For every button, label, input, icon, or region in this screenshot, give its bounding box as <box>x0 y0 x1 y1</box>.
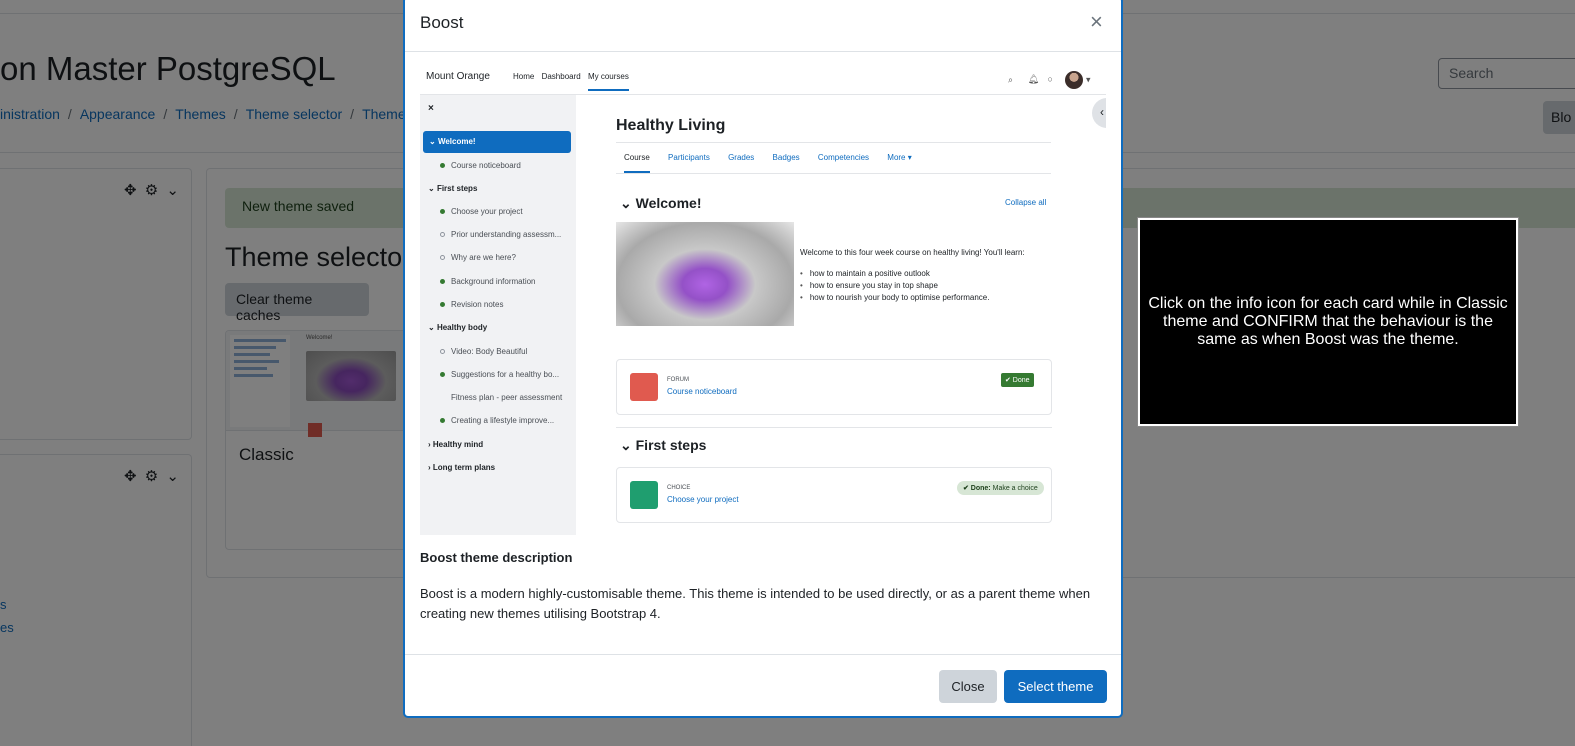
preview-index-item: Suggestions for a healthy bo... <box>440 370 559 379</box>
theme-preview-image: Mount Orange Home Dashboard My courses ⌕… <box>420 65 1106 535</box>
preview-flower-image <box>616 222 794 326</box>
preview-index-item: Course noticeboard <box>440 161 521 170</box>
preview-index-item: Creating a lifestyle improve... <box>440 416 554 425</box>
preview-welcome-text: Welcome to this four week course on heal… <box>800 248 1025 257</box>
preview-tab-participants: Participants <box>668 153 710 162</box>
preview-navbar: Mount Orange Home Dashboard My courses ⌕… <box>420 65 1106 95</box>
preview-nav-my-courses: My courses <box>587 72 629 91</box>
forum-icon <box>630 373 658 401</box>
preview-nav-dashboard: Dashboard <box>541 72 581 81</box>
preview-tab-course: Course <box>624 153 650 173</box>
modal-title: Boost <box>420 13 464 32</box>
modal-header: Boost × <box>405 0 1121 52</box>
preview-index-item: Choose your project <box>440 207 523 216</box>
preview-index-item: Why are we here? <box>440 253 516 262</box>
theme-info-modal: Boost × Mount Orange Home Dashboard My c… <box>403 0 1123 718</box>
preview-tab-badges: Badges <box>772 153 800 162</box>
preview-section-welcome: ⌄ Welcome! <box>620 195 702 211</box>
preview-index-item: Prior understanding assessm... <box>440 230 561 239</box>
instruction-overlay: Click on the info icon for each card whi… <box>1137 217 1519 427</box>
description-heading: Boost theme description <box>420 550 573 565</box>
preview-tab-more: More ▾ <box>887 153 912 162</box>
preview-index-item: Fitness plan - peer assessment <box>451 393 563 402</box>
drawer-toggle-icon: ‹ <box>1092 98 1106 128</box>
status-badge: ✔ Done <box>1001 373 1034 387</box>
activity-type: FORUM <box>667 377 689 383</box>
preview-course-index: × ⌄ Welcome! Course noticeboard ⌄ First … <box>420 95 576 535</box>
chevron-down-icon: ▾ <box>1085 74 1091 85</box>
preview-nav-icons: ⌕ 🔔︎ ○ ▾ <box>1008 71 1091 89</box>
preview-section-first-steps: ⌄ First steps <box>620 437 707 453</box>
list-item: how to nourish your body to optimise per… <box>800 293 990 302</box>
preview-divider <box>616 427 1052 428</box>
list-item: how to ensure you stay in top shape <box>800 281 989 290</box>
modal-footer: Close Select theme <box>405 654 1121 716</box>
preview-index-section: ⌄ Healthy body <box>428 323 488 332</box>
bell-icon: 🔔︎ <box>1027 74 1039 85</box>
list-item: how to maintain a positive outlook <box>800 269 989 278</box>
close-icon[interactable]: × <box>1090 11 1103 33</box>
search-icon: ⌕ <box>1008 74 1014 85</box>
preview-collapse-all: Collapse all <box>1005 198 1047 207</box>
preview-course-title: Healthy Living <box>616 117 726 134</box>
preview-index-item: Revision notes <box>440 300 503 309</box>
preview-index-section: › Healthy mind <box>428 440 484 449</box>
select-theme-button[interactable]: Select theme <box>1004 670 1107 703</box>
close-icon: × <box>428 103 434 114</box>
preview-index-section: › Long term plans <box>428 463 496 472</box>
choice-icon <box>630 481 658 509</box>
activity-name: Choose your project <box>667 495 739 504</box>
preview-brand: Mount Orange <box>426 71 490 82</box>
status-badge: ✔ Done: Make a choice <box>957 481 1044 495</box>
activity-type: CHOICE <box>667 485 691 491</box>
preview-index-item: ⌄ Welcome! <box>423 131 571 153</box>
preview-nav-home: Home <box>513 72 535 81</box>
avatar <box>1065 71 1084 89</box>
preview-index-item: Video: Body Beautiful <box>440 347 527 356</box>
preview-nav-links: Home Dashboard My courses <box>513 72 634 91</box>
instruction-text: Click on the info icon for each card whi… <box>1148 295 1508 348</box>
close-button[interactable]: Close <box>939 670 997 703</box>
preview-course-tabs: Course Participants Grades Badges Compet… <box>616 142 1051 174</box>
preview-activity-forum: FORUM Course noticeboard ✔ Done <box>616 359 1052 415</box>
description-text: Boost is a modern highly-customisable th… <box>420 586 1091 621</box>
preview-activity-choice: CHOICE Choose your project ✔ Done: Make … <box>616 467 1052 523</box>
chat-icon: ○ <box>1047 74 1053 85</box>
preview-tab-grades: Grades <box>728 153 755 162</box>
activity-name: Course noticeboard <box>667 387 737 396</box>
preview-welcome-list: how to maintain a positive outlook how t… <box>800 269 990 305</box>
preview-tab-competencies: Competencies <box>817 153 870 162</box>
preview-index-item: Background information <box>440 277 536 286</box>
preview-index-section: ⌄ First steps <box>428 184 478 193</box>
